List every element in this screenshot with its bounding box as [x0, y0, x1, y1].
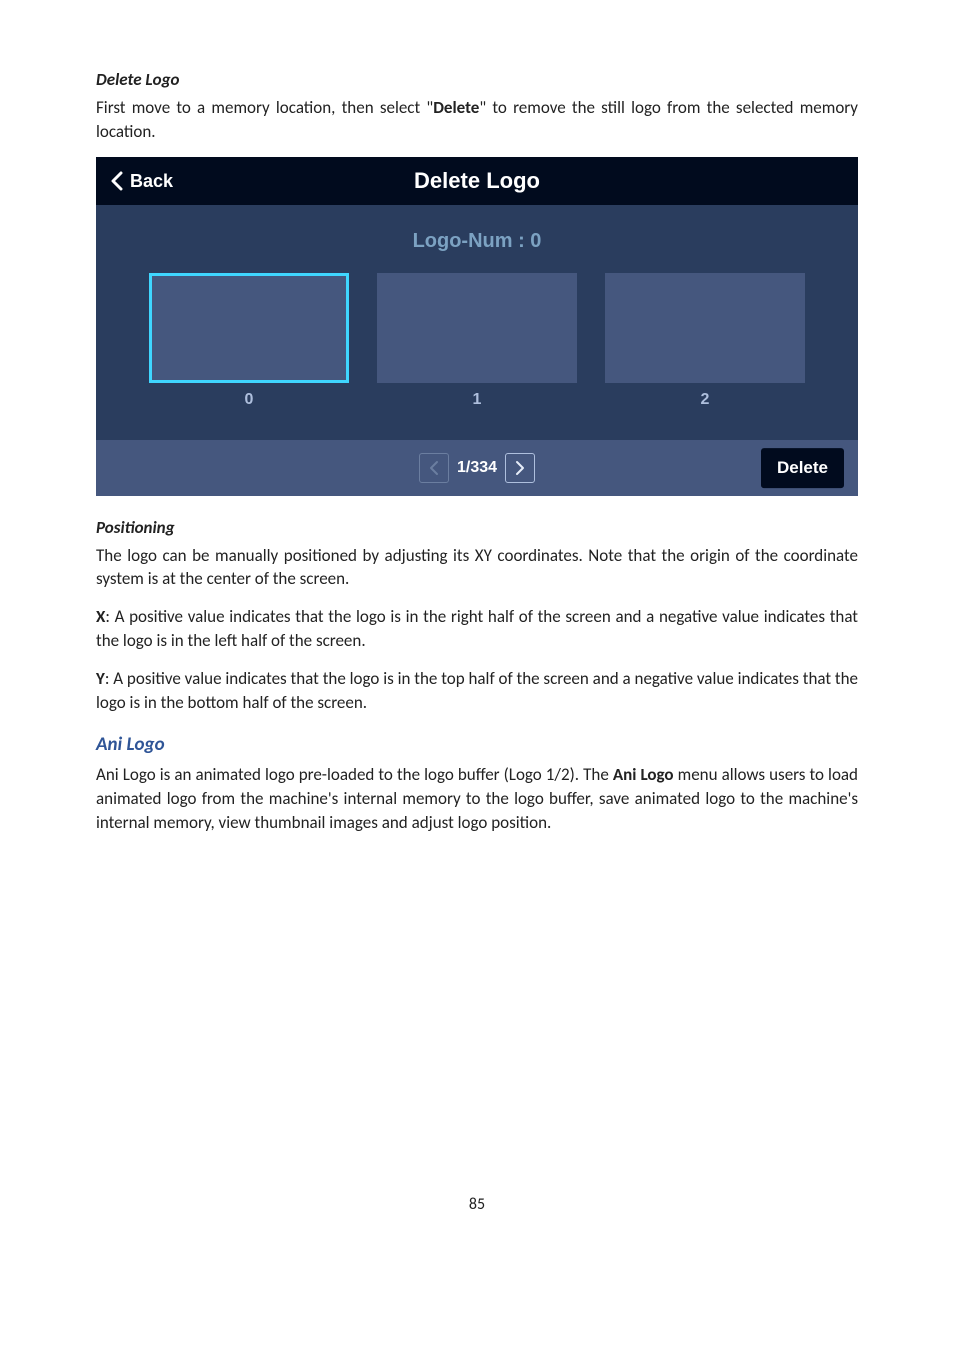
page-number: 85	[96, 1194, 858, 1216]
pager-prev-button[interactable]	[419, 453, 449, 483]
logo-num-label: Logo-Num : 0	[96, 227, 858, 255]
back-label: Back	[130, 169, 173, 194]
bold-ani-logo: Ani Logo	[613, 764, 674, 785]
text-fragment: : A positive value indicates that the lo…	[96, 668, 858, 713]
logo-slot-2[interactable]: 2	[605, 273, 805, 411]
logo-slot-label: 1	[377, 389, 577, 411]
paragraph-x: X: A positive value indicates that the l…	[96, 605, 858, 653]
device-footer: 1/334 Delete	[96, 440, 858, 496]
label-x: X	[96, 606, 105, 627]
chevron-left-icon	[110, 171, 124, 191]
back-button[interactable]: Back	[110, 169, 173, 194]
device-title: Delete Logo	[414, 166, 540, 197]
delete-button[interactable]: Delete	[761, 448, 844, 488]
text-fragment: Ani Logo is an animated logo pre-loaded …	[96, 764, 613, 785]
logo-slot-box	[149, 273, 349, 383]
device-screen-delete-logo: Back Delete Logo Logo-Num : 0 0 1 2 1/	[96, 157, 858, 495]
device-titlebar: Back Delete Logo	[96, 157, 858, 205]
chevron-left-icon	[428, 460, 440, 476]
heading-positioning: Positioning	[96, 516, 858, 540]
logo-slot-box	[377, 273, 577, 383]
pager-next-button[interactable]	[505, 453, 535, 483]
label-y: Y	[96, 668, 105, 689]
heading-delete-logo: Delete Logo	[96, 68, 858, 92]
bold-delete: Delete	[433, 97, 479, 118]
heading-ani-logo: Ani Logo	[96, 732, 858, 759]
logo-slot-label: 0	[149, 389, 349, 411]
logo-slot-box	[605, 273, 805, 383]
paragraph-ani-logo: Ani Logo is an animated logo pre-loaded …	[96, 763, 858, 834]
text-fragment: First move to a memory location, then se…	[96, 97, 433, 118]
chevron-right-icon	[514, 460, 526, 476]
paragraph-delete-logo: First move to a memory location, then se…	[96, 96, 858, 144]
paragraph-y: Y: A positive value indicates that the l…	[96, 667, 858, 715]
slot-row: 0 1 2	[96, 273, 858, 411]
logo-slot-1[interactable]: 1	[377, 273, 577, 411]
pager-indicator: 1/334	[455, 457, 499, 479]
device-body: Logo-Num : 0 0 1 2	[96, 205, 858, 439]
paragraph-positioning-intro: The logo can be manually positioned by a…	[96, 544, 858, 592]
text-fragment: : A positive value indicates that the lo…	[96, 606, 858, 651]
logo-slot-0[interactable]: 0	[149, 273, 349, 411]
logo-slot-label: 2	[605, 389, 805, 411]
pager: 1/334	[419, 453, 535, 483]
